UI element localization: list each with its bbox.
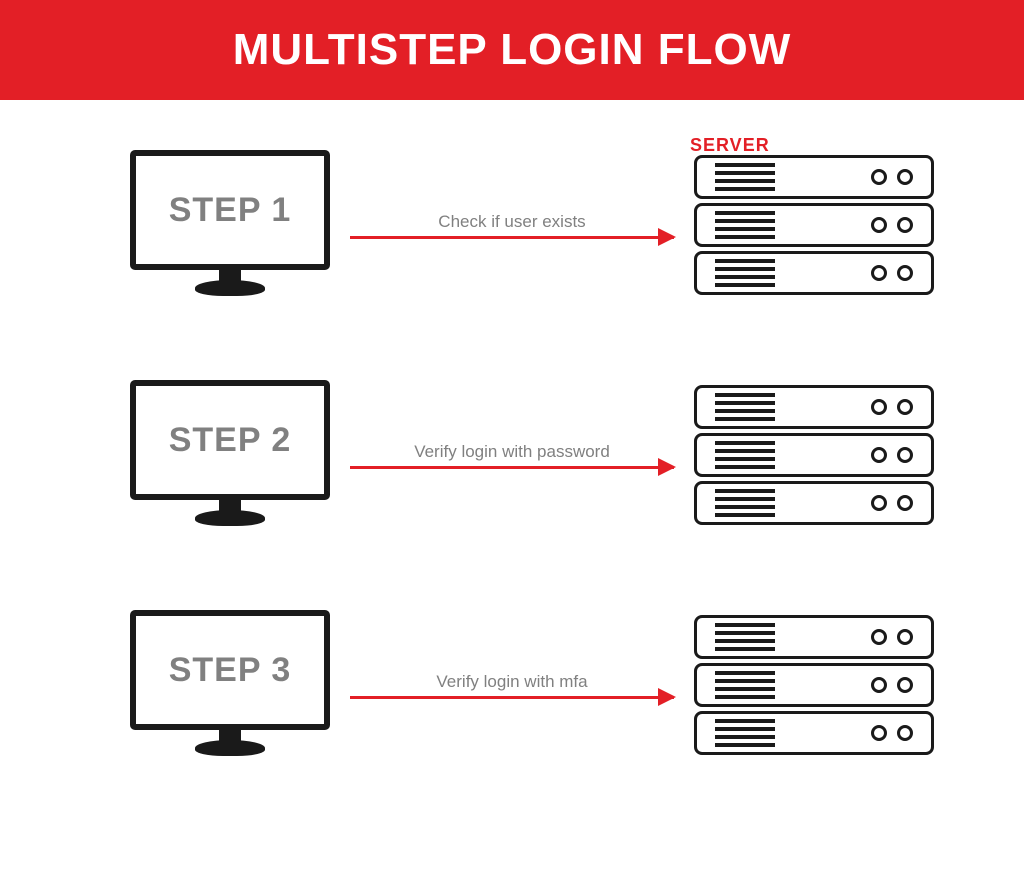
monitor-icon: STEP 3 [130, 610, 330, 760]
server-unit [694, 385, 934, 429]
page-title: MULTISTEP LOGIN FLOW [233, 25, 792, 75]
arrow-icon [350, 466, 674, 469]
arrow: Check if user exists [350, 200, 674, 250]
monitor-screen: STEP 3 [130, 610, 330, 730]
diagram-content: STEP 1 Check if user exists [0, 100, 1024, 790]
monitor-icon: STEP 2 [130, 380, 330, 530]
server-unit [694, 615, 934, 659]
arrow-icon [350, 696, 674, 699]
server-unit [694, 251, 934, 295]
monitor-icon: STEP 1 [130, 150, 330, 300]
step-description: Verify login with password [414, 442, 610, 462]
server-unit [694, 711, 934, 755]
step-row-3: STEP 3 Verify login with mfa [130, 610, 934, 760]
server-unit [694, 203, 934, 247]
server-unit [694, 663, 934, 707]
arrow: Verify login with password [350, 430, 674, 480]
server-unit [694, 155, 934, 199]
step-label: STEP 3 [169, 651, 292, 690]
server-icon [694, 615, 934, 755]
step-label: STEP 1 [169, 191, 292, 230]
header-banner: MULTISTEP LOGIN FLOW [0, 0, 1024, 100]
step-row-1: STEP 1 Check if user exists [130, 150, 934, 300]
server-unit [694, 433, 934, 477]
monitor-screen: STEP 2 [130, 380, 330, 500]
step-description: Check if user exists [438, 212, 585, 232]
arrow-icon [350, 236, 674, 239]
server-icon [694, 385, 934, 525]
monitor-screen: STEP 1 [130, 150, 330, 270]
arrow: Verify login with mfa [350, 660, 674, 710]
server-icon [694, 155, 934, 295]
server-unit [694, 481, 934, 525]
step-description: Verify login with mfa [436, 672, 587, 692]
step-row-2: STEP 2 Verify login with password [130, 380, 934, 530]
step-label: STEP 2 [169, 421, 292, 460]
